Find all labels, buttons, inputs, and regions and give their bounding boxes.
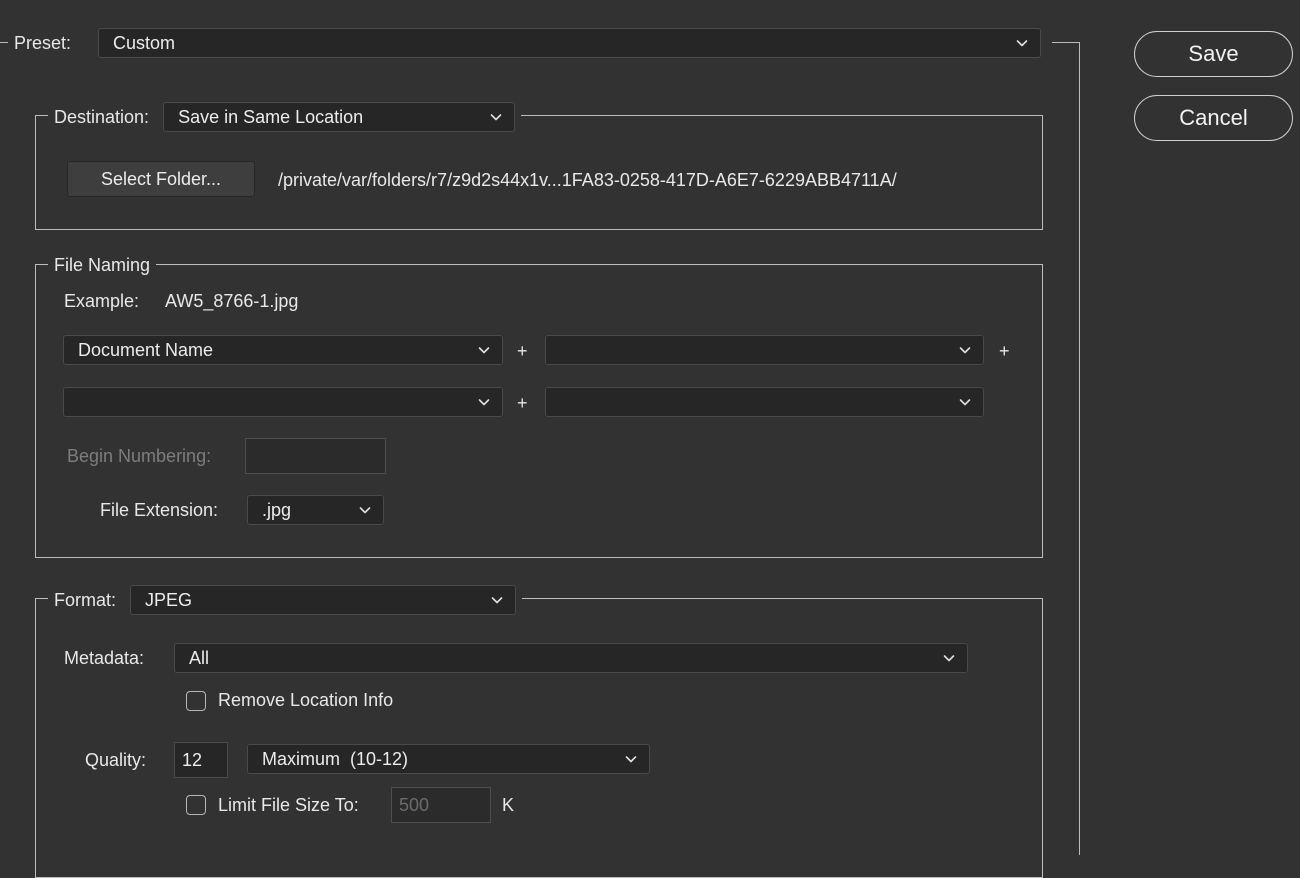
plus-sign: +	[999, 341, 1010, 361]
example-value: AW5_8766-1.jpg	[165, 291, 299, 311]
chevron-down-icon	[357, 502, 373, 518]
naming-field-2[interactable]	[545, 335, 984, 365]
chevron-down-icon	[1014, 35, 1030, 51]
chevron-down-icon	[488, 109, 504, 125]
format-label: Format:	[54, 590, 117, 610]
file-naming-title: File Naming	[54, 255, 151, 275]
file-naming-legend: File Naming	[48, 255, 157, 275]
format-dropdown[interactable]: JPEG	[130, 585, 517, 615]
remove-location-label[interactable]: Remove Location Info	[218, 690, 393, 710]
naming-field-1-value: Document Name	[78, 339, 214, 360]
plus-sign: +	[517, 341, 528, 361]
begin-numbering-input[interactable]	[245, 438, 386, 474]
file-extension-value: .jpg	[262, 499, 292, 520]
file-extension-dropdown[interactable]: .jpg	[247, 495, 384, 525]
remove-location-checkbox[interactable]	[186, 691, 206, 711]
destination-label: Destination:	[54, 107, 150, 127]
naming-field-1[interactable]: Document Name	[63, 335, 503, 365]
preset-value: Custom	[113, 32, 176, 53]
format-group: Format: JPEG	[35, 585, 1043, 878]
destination-value: Save in Same Location	[178, 106, 364, 127]
begin-numbering-label: Begin Numbering:	[67, 446, 212, 466]
format-value: JPEG	[145, 589, 193, 610]
cancel-button[interactable]: Cancel	[1134, 95, 1293, 141]
preset-frame-top-right	[1052, 42, 1080, 43]
metadata-dropdown[interactable]: All	[174, 643, 968, 673]
destination-legend: Destination: Save in Same Location	[48, 102, 522, 132]
file-extension-label: File Extension:	[100, 500, 219, 520]
destination-path: /private/var/folders/r7/z9d2s44x1v...1FA…	[278, 170, 897, 190]
quality-label: Quality:	[85, 750, 147, 770]
quality-preset-value: Maximum (10-12)	[262, 748, 409, 769]
format-legend: Format: JPEG	[48, 585, 523, 615]
preset-dropdown[interactable]: Custom	[98, 28, 1041, 58]
preset-frame-right	[1079, 42, 1080, 855]
example-label: Example:	[64, 291, 140, 311]
plus-sign: +	[517, 393, 528, 413]
preset-label: Preset:	[14, 33, 72, 53]
naming-field-4[interactable]	[545, 387, 984, 417]
limit-size-unit: K	[502, 795, 515, 815]
chevron-down-icon	[941, 650, 957, 666]
chevron-down-icon	[489, 592, 505, 608]
chevron-down-icon	[623, 751, 639, 767]
destination-dropdown[interactable]: Save in Same Location	[163, 102, 516, 132]
chevron-down-icon	[957, 394, 973, 410]
chevron-down-icon	[957, 342, 973, 358]
chevron-down-icon	[476, 342, 492, 358]
limit-size-checkbox[interactable]	[186, 795, 206, 815]
select-folder-button[interactable]: Select Folder...	[67, 161, 255, 197]
naming-field-3[interactable]	[63, 387, 503, 417]
quality-input[interactable]: 12	[174, 742, 228, 778]
metadata-label: Metadata:	[64, 648, 145, 668]
preset-frame-top-left	[0, 42, 8, 43]
chevron-down-icon	[476, 394, 492, 410]
limit-size-input[interactable]: 500	[391, 787, 491, 823]
metadata-value: All	[189, 647, 210, 668]
limit-size-label[interactable]: Limit File Size To:	[218, 795, 359, 815]
quality-preset-dropdown[interactable]: Maximum (10-12)	[247, 744, 650, 774]
save-button[interactable]: Save	[1134, 31, 1293, 77]
